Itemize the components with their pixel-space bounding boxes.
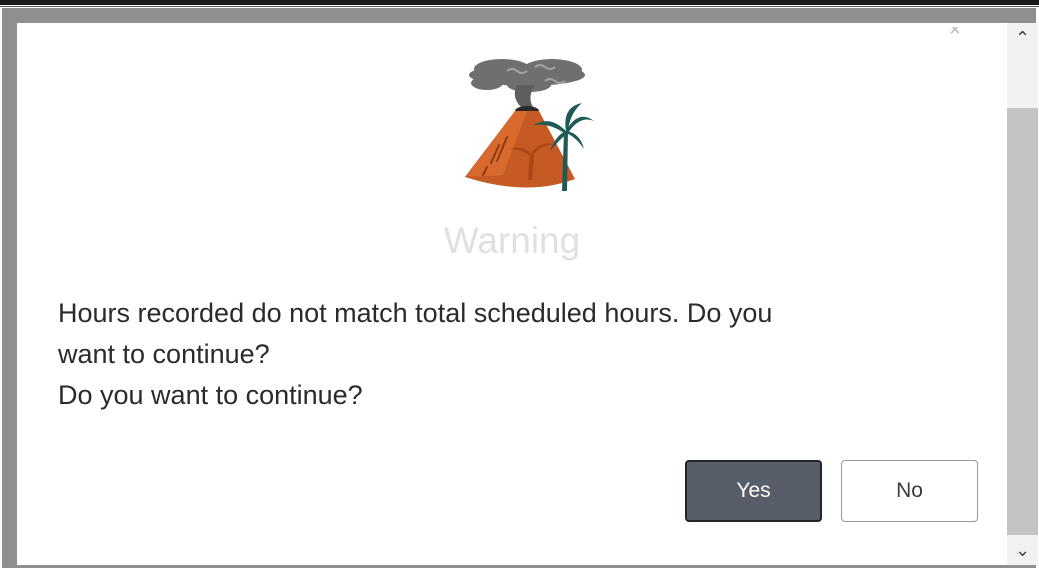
message-line: Hours recorded do not match total schedu… (58, 298, 773, 328)
scrollbar-thumb[interactable] (1007, 53, 1038, 108)
message-line: want to continue? (58, 339, 270, 369)
close-icon[interactable]: × (945, 27, 965, 35)
volcano-icon (465, 59, 594, 191)
message-line: Do you want to continue? (58, 380, 363, 410)
warning-dialog: × (17, 23, 1007, 565)
dialog-title: Warning (443, 220, 581, 261)
scroll-up-icon[interactable]: ⌃ (1007, 23, 1038, 53)
vertical-scrollbar[interactable]: ⌃ ⌄ (1007, 23, 1038, 565)
no-button[interactable]: No (841, 460, 978, 522)
top-border-line (0, 6, 1039, 7)
dialog-message: Hours recorded do not match total schedu… (58, 293, 958, 416)
yes-button[interactable]: Yes (685, 460, 822, 522)
warning-dialog-frame: × (2, 8, 1038, 568)
scroll-down-icon[interactable]: ⌄ (1007, 535, 1038, 565)
top-border (0, 0, 1039, 5)
